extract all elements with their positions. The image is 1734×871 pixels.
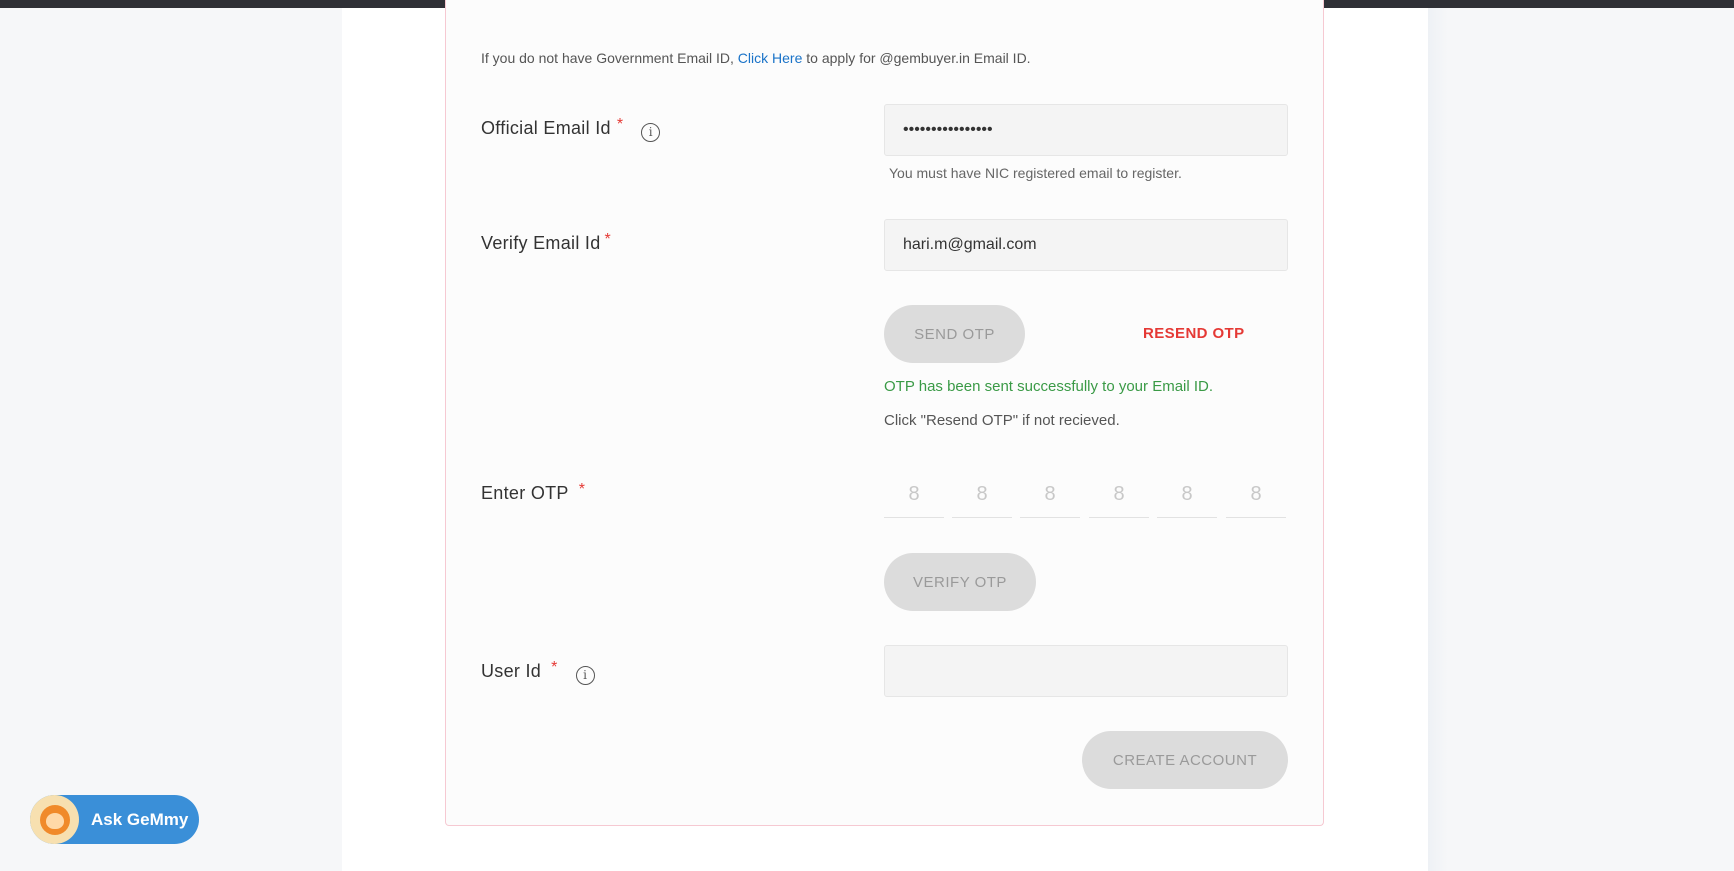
official-email-hint: You must have NIC registered email to re… [889, 165, 1182, 181]
info-icon[interactable]: i [641, 123, 661, 142]
ask-gemmy-button[interactable]: Ask GeMmy [30, 795, 199, 844]
otp-digit-4[interactable]: 8 [1089, 472, 1149, 518]
intro-text-before: If you do not have Government Email ID, [481, 50, 738, 66]
intro-text: If you do not have Government Email ID, … [481, 50, 1031, 66]
info-icon[interactable]: i [575, 666, 595, 685]
send-otp-button[interactable]: SEND OTP [884, 305, 1025, 363]
create-account-button[interactable]: CREATE ACCOUNT [1082, 731, 1288, 789]
resend-otp-button[interactable]: RESEND OTP [1143, 325, 1245, 342]
gemmy-avatar-icon [30, 795, 79, 844]
required-asterisk: * [604, 231, 612, 248]
enter-otp-label: Enter OTP [481, 483, 569, 503]
otp-digit-1[interactable]: 8 [884, 472, 944, 518]
otp-digit-6[interactable]: 8 [1226, 472, 1286, 518]
otp-digit-2[interactable]: 8 [952, 472, 1012, 518]
user-id-label-row: User Id * i [481, 659, 595, 685]
enter-otp-label-row: Enter OTP * [481, 481, 586, 504]
column-shadow [1428, 8, 1448, 871]
user-id-label: User Id [481, 661, 542, 681]
click-here-link[interactable]: Click Here [738, 50, 803, 66]
ask-gemmy-label: Ask GeMmy [91, 809, 189, 829]
resend-otp-note: Click "Resend OTP" if not recieved. [884, 412, 1120, 429]
required-asterisk: * [578, 481, 586, 498]
required-asterisk: * [551, 659, 558, 676]
user-id-input[interactable] [884, 645, 1288, 697]
otp-digit-5[interactable]: 8 [1157, 472, 1217, 518]
official-email-label-row: Official Email Id * i [481, 116, 661, 142]
otp-success-message: OTP has been sent successfully to your E… [884, 378, 1214, 395]
otp-digit-3[interactable]: 8 [1020, 472, 1080, 518]
verify-email-label-row: Verify Email Id * [481, 231, 612, 254]
verify-email-label: Verify Email Id [481, 233, 601, 253]
official-email-label: Official Email Id [481, 118, 611, 138]
official-email-input[interactable]: •••••••••••••••• [884, 104, 1288, 156]
verify-email-input[interactable]: hari.m@gmail.com [884, 219, 1288, 271]
intro-text-after: to apply for @gembuyer.in Email ID. [802, 50, 1031, 66]
verify-otp-button[interactable]: VERIFY OTP [884, 553, 1036, 611]
required-asterisk: * [616, 116, 624, 133]
